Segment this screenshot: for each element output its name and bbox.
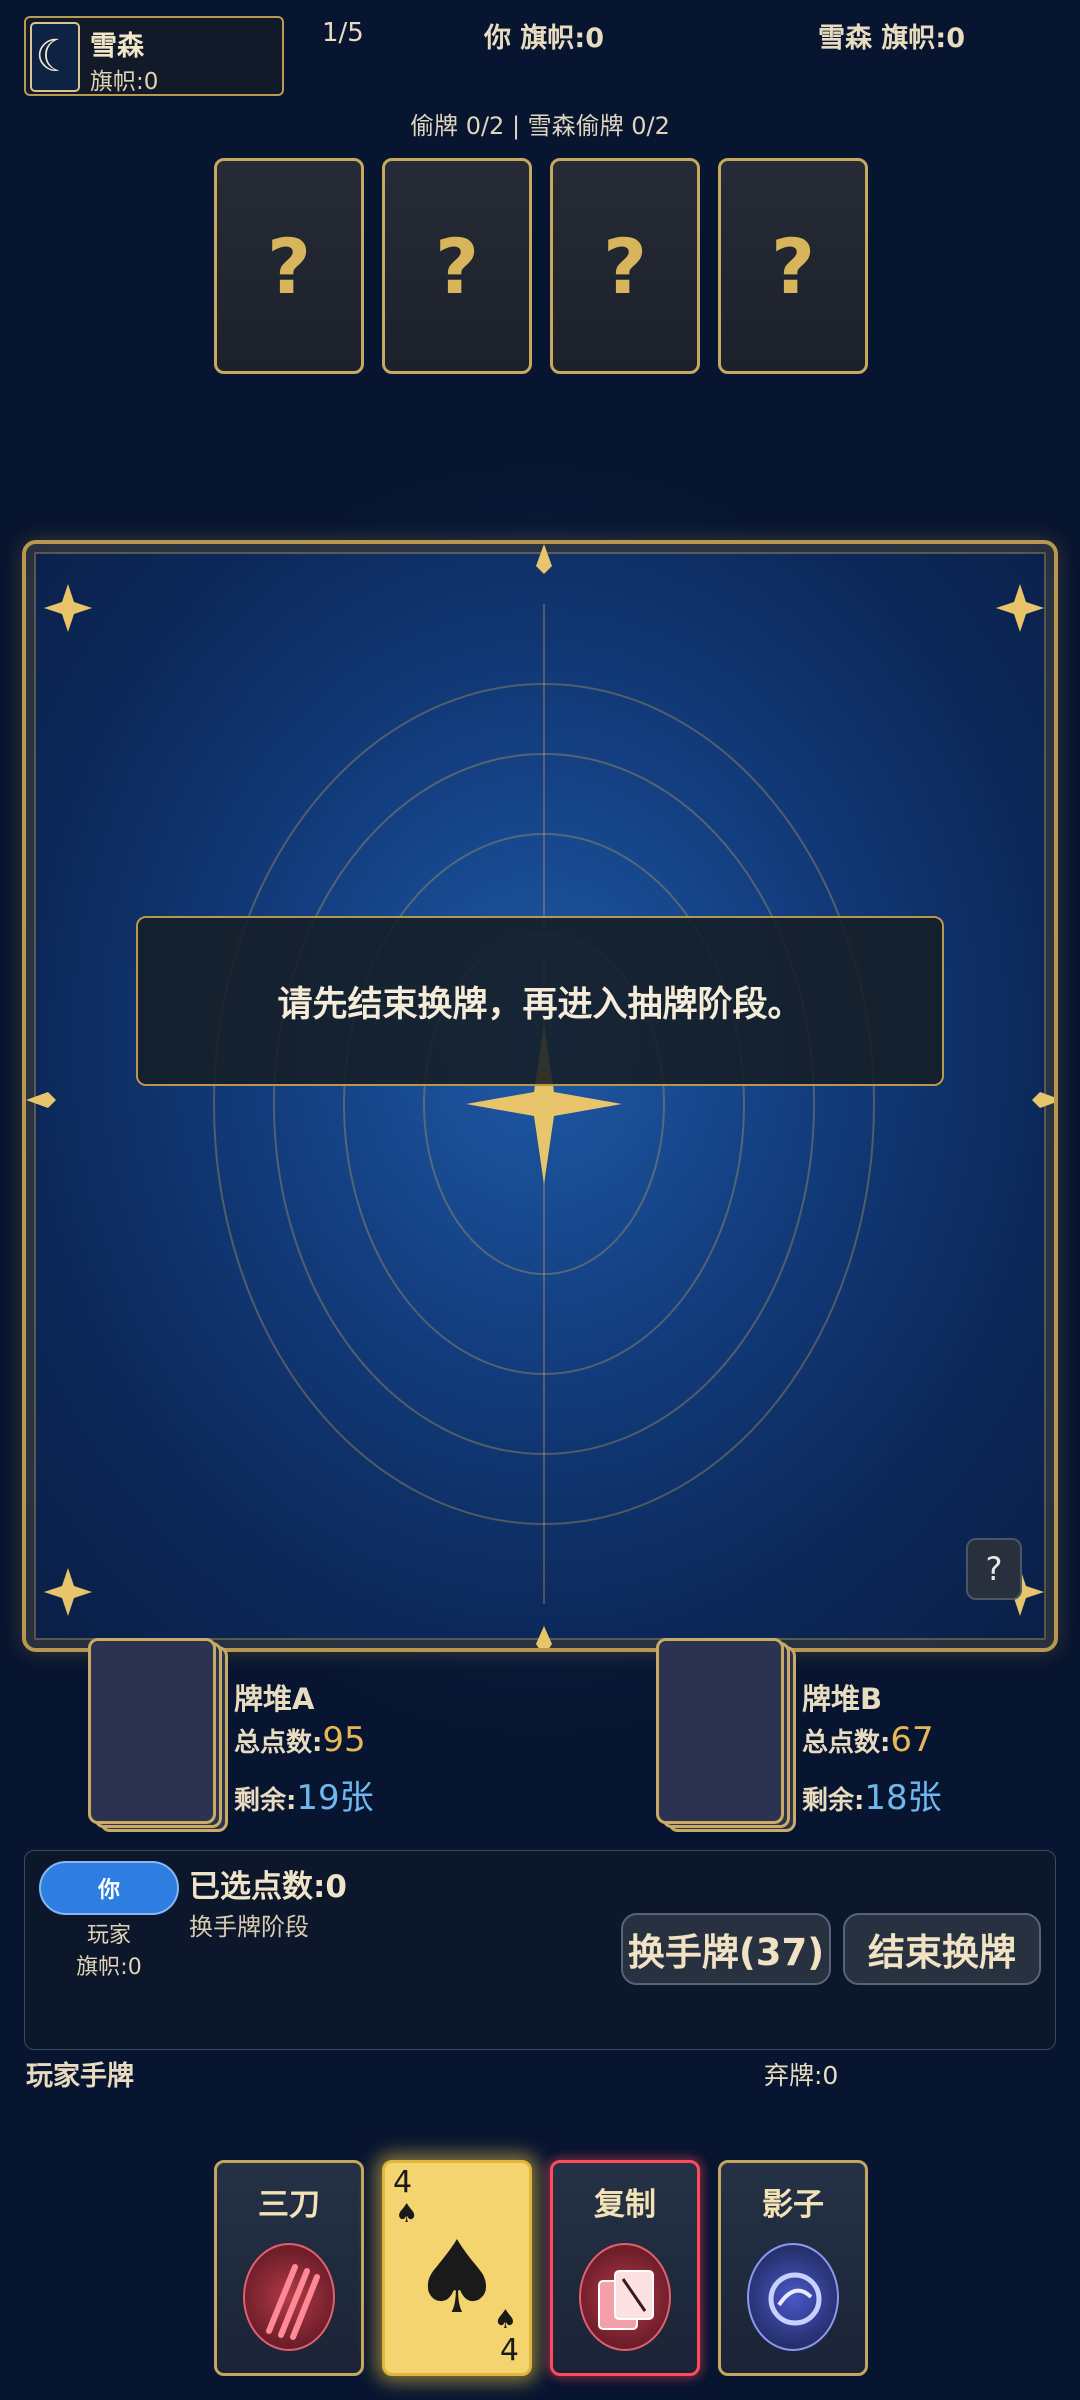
discard-count: 弃牌:0 — [764, 2061, 839, 2090]
opponent-flag-count: 旗帜:0 — [90, 69, 159, 95]
player-flag-count: 旗帜:0 — [76, 1955, 142, 1980]
opponent-flag-summary: 雪森 旗帜:0 — [818, 23, 965, 54]
opponent-avatar: ☾ — [30, 22, 80, 92]
hand-card-triple-slash[interactable]: 三刀 — [214, 2160, 364, 2376]
triple-slash-icon — [243, 2243, 335, 2351]
pile-a-remaining-label: 剩余: — [234, 1786, 297, 1816]
moon-icon: ☾ — [35, 31, 75, 82]
hand-card-shadow[interactable]: 影子 — [718, 2160, 868, 2376]
opponent-card: ? — [550, 158, 700, 374]
end-swap-button[interactable]: 结束换牌 — [843, 1913, 1041, 1985]
pile-b-total-value: 67 — [890, 1720, 934, 1760]
round-counter: 1/5 — [322, 18, 364, 48]
spade-icon: ♠ — [493, 2305, 517, 2335]
steal-counter: 偷牌 0/2 | 雪森偷牌 0/2 — [410, 112, 670, 140]
card-title: 影子 — [762, 2187, 824, 2223]
card-back-mark: ? — [434, 221, 480, 311]
pile-b-name: 牌堆B — [802, 1682, 883, 1716]
game-board — [22, 540, 1058, 1652]
board-ornament — [26, 544, 1054, 1648]
pile-b-remaining-label: 剩余: — [802, 1786, 865, 1816]
copy-cards-icon — [579, 2243, 671, 2351]
help-button[interactable]: ? — [966, 1538, 1022, 1600]
pile-a-name: 牌堆A — [234, 1682, 315, 1716]
opponent-card: ? — [214, 158, 364, 374]
swap-hand-button[interactable]: 换手牌(37) — [621, 1913, 831, 1985]
opponent-card: ? — [382, 158, 532, 374]
opponent-name: 雪森 — [90, 31, 144, 62]
pile-a-total-value: 95 — [322, 1720, 366, 1760]
shadow-swirl-icon — [747, 2243, 839, 2351]
card-back-mark: ? — [602, 221, 648, 311]
card-back-mark: ? — [266, 221, 312, 311]
message-banner: 请先结束换牌，再进入抽牌阶段。 — [136, 916, 944, 1086]
card-rank-top: 4 — [393, 2165, 413, 2200]
player-flag-summary: 你 旗帜:0 — [484, 23, 604, 54]
pile-a-total-label: 总点数: — [234, 1728, 323, 1758]
card-rank-bottom: 4 — [499, 2333, 519, 2368]
player-panel: 你 玩家 旗帜:0 已选点数:0 换手牌阶段 换手牌(37) 结束换牌 — [24, 1850, 1056, 2050]
player-badge: 你 — [39, 1861, 179, 1915]
pile-card-back — [88, 1638, 216, 1824]
pile-a-remaining-value: 19张 — [296, 1778, 374, 1818]
opponent-card: ? — [718, 158, 868, 374]
card-title: 三刀 — [258, 2187, 320, 2223]
card-title: 复制 — [594, 2187, 656, 2223]
message-text: 请先结束换牌，再进入抽牌阶段。 — [277, 984, 803, 1025]
pile-b-total: 总点数:67 — [802, 1720, 934, 1760]
pile-a-remaining: 剩余:19张 — [234, 1770, 374, 1819]
selected-points: 已选点数:0 — [189, 1869, 347, 1905]
pile-b-remaining-value: 18张 — [864, 1778, 942, 1818]
player-role: 玩家 — [86, 1923, 131, 1948]
hand-card-4-spades[interactable]: 4 ♠ ♠ ♠ 4 — [382, 2160, 532, 2376]
phase-label: 换手牌阶段 — [189, 1913, 309, 1941]
pile-b-remaining: 剩余:18张 — [802, 1770, 942, 1819]
hand-card-copy[interactable]: 复制 — [550, 2160, 700, 2376]
pile-a-total: 总点数:95 — [234, 1720, 366, 1760]
opponent-panel: ☾ 雪森 旗帜:0 — [24, 16, 284, 96]
hand-label: 玩家手牌 — [26, 2061, 134, 2092]
pile-card-back — [656, 1638, 784, 1824]
pile-b-total-label: 总点数: — [802, 1728, 891, 1758]
card-back-mark: ? — [770, 221, 816, 311]
